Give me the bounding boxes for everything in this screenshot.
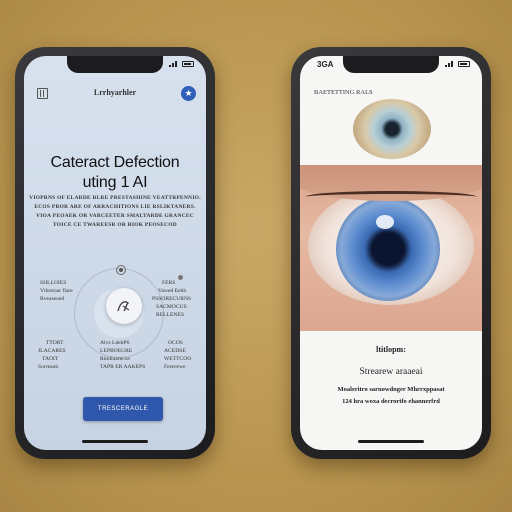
phone-left: Lrrhyarhler ★ Cateract Defection uting 1… — [15, 47, 215, 459]
description-line: ECOS PROR ARE OF ARRACHITIONS LIE RSLIKT… — [34, 204, 196, 210]
start-detection-button[interactable]: TRESCERAGLE — [83, 397, 163, 421]
feature-top-left: SHLLOIES Vtbrstoar flare Rveaseoed — [40, 279, 73, 303]
feature-text: Vawed Eehh — [158, 288, 187, 294]
hero-title: Cateract Defection uting 1 AI — [24, 153, 206, 193]
description-line: VIOPRNS OF ELARDE BLRE PRESTASHINE VEATT… — [29, 195, 201, 201]
feature-text: JLACARES — [38, 348, 66, 354]
feature-text: Rimbuarecxe — [100, 356, 130, 362]
feature-text: Alvs LdebP6 — [100, 340, 130, 346]
hero-title-line2: uting 1 AI — [82, 174, 148, 191]
result-label: ltitlopm: — [376, 345, 406, 354]
description-line: TOICE CE TWAREESR OR RIOK PEOSECOD — [53, 222, 177, 228]
phone-right: 3GA BAETETTING RALS ltitlopm: Strearew a… — [291, 47, 491, 459]
feature-text: ACEDSE — [164, 348, 186, 354]
home-indicator[interactable] — [358, 440, 424, 443]
right-screen: 3GA BAETETTING RALS ltitlopm: Strearew a… — [300, 56, 482, 450]
eye-scan-button[interactable] — [106, 288, 142, 324]
signal-icon — [445, 61, 455, 67]
battery-icon — [458, 61, 470, 67]
feature-top-right: FERS Vawed Eehh PSSORECURNS SACMOCUS REL… — [152, 279, 191, 319]
location-pin-icon — [116, 265, 126, 275]
star-icon[interactable]: ★ — [181, 86, 196, 101]
hero-description: VIOPRNS OF ELARDE BLRE PRESTASHINE VEATT… — [29, 195, 200, 228]
eye-glint — [376, 215, 394, 229]
feature-text: WETTCOO — [164, 356, 192, 362]
result-detail: Moaleritro sarnowdnger Mhrrxppasat — [337, 386, 445, 393]
feature-text: Vtbrstoar flare — [40, 288, 73, 294]
feature-text: Rveaseoed — [40, 296, 65, 302]
hero-title-line1: Cateract Defection — [50, 154, 180, 171]
feature-bottom-left: TTORT JLACARES TAOIT Sorreaoh — [38, 339, 66, 371]
result-detail: 124 hra woxa decrortfo ehannerfrd — [342, 398, 440, 405]
feature-text: TTORT — [46, 340, 64, 346]
feature-text: FERS — [162, 280, 176, 286]
feature-text: OCOS — [168, 340, 183, 346]
eyelash — [305, 191, 477, 203]
eye-photo — [300, 165, 482, 331]
feature-text: Ferecewe — [164, 364, 186, 370]
feature-text: SACMOCUS — [156, 304, 187, 310]
feature-text: Sorreaoh — [38, 364, 59, 370]
left-screen: Lrrhyarhler ★ Cateract Defection uting 1… — [24, 56, 206, 450]
notch — [67, 56, 163, 73]
feature-bottom-center: Alvs LdebP6 LEPBOEGRE Rimbuarecxe TAPR E… — [100, 339, 145, 371]
eye-thumbnail[interactable] — [353, 99, 431, 159]
eye-scan-icon — [117, 301, 130, 312]
app-header: Lrrhyarhler ★ — [24, 86, 206, 106]
section-header: BAETETTING RALS — [314, 89, 373, 96]
feature-text: TAPR ER AAKEPS — [100, 364, 146, 370]
result-status: Strearew araaeai — [359, 367, 423, 377]
app-title: Lrrhyarhler — [93, 88, 137, 97]
feature-bottom-right: OCOS ACEDSE WETTCOO Ferecewe — [164, 339, 191, 371]
home-indicator[interactable] — [82, 440, 148, 443]
feature-text: SHLLOIES — [40, 280, 67, 286]
feature-text: PSSORECURNS — [152, 296, 192, 302]
description-line: VIOA PEOAEK OR VARCEETER SMALTARDE GRANC… — [36, 213, 194, 219]
feature-text: RELLENES — [156, 312, 184, 318]
eye-iris — [336, 197, 440, 301]
feature-text: TAOIT — [42, 356, 59, 362]
status-time: 3GA — [317, 60, 334, 69]
status-icons — [445, 61, 470, 67]
status-icons — [169, 61, 194, 67]
notch — [343, 56, 439, 73]
signal-icon — [169, 61, 179, 67]
battery-icon — [182, 61, 194, 67]
feature-text: LEPBOEGRE — [100, 348, 133, 354]
